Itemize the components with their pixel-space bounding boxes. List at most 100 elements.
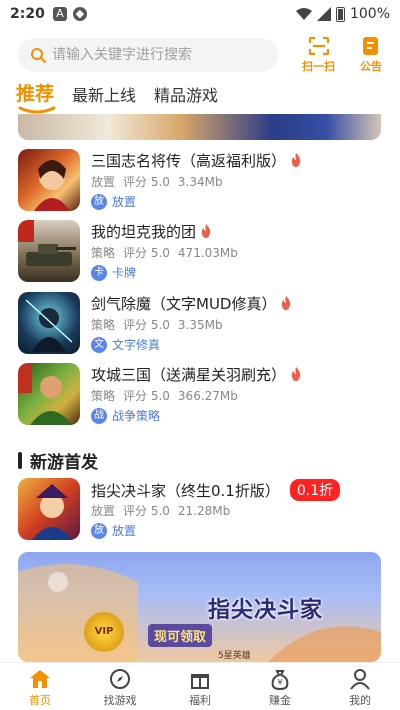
vip-badge: VIP: [84, 612, 124, 652]
game-title: 我的坦克我的团: [91, 221, 212, 242]
user-icon: [350, 669, 370, 690]
new-game-item[interactable]: 指尖决斗家（终生0.1折版） 0.1折 放置 评分 5.0 21.28Mb 放放置: [18, 478, 382, 542]
promo-claim-button[interactable]: 现可领取: [148, 624, 213, 647]
game-title: 指尖决斗家（终生0.1折版） 0.1折: [91, 479, 341, 501]
search-icon: [31, 48, 46, 63]
game-size: 366.27Mb: [177, 389, 238, 403]
tag-badge: 战: [91, 407, 107, 424]
battery-icon: [335, 6, 345, 22]
nav-welfare-label: 福利: [189, 694, 211, 707]
battery-percent: 100%: [349, 6, 390, 22]
game-thumbnail: [18, 220, 80, 282]
tag-label: 放置: [112, 524, 137, 538]
game-item[interactable]: 三国志名将传（高返福利版） 放置 评分 5.0 3.34Mb 放放置: [18, 149, 382, 213]
game-meta: 放置 评分 5.0 3.34Mb: [91, 173, 231, 190]
section-title-text: 新游首发: [30, 453, 98, 473]
game-score: 评分 5.0: [123, 389, 170, 403]
promo-banner[interactable]: VIP 指尖决斗家 现可领取 5星英雄: [18, 552, 381, 662]
top-banner[interactable]: [18, 114, 381, 140]
game-meta: 策略 评分 5.0 3.35Mb: [91, 316, 231, 333]
tab-recommended-label: 推荐: [16, 83, 55, 105]
game-title: 攻城三国（送满星关羽刷充）: [91, 364, 302, 385]
game-score: 评分 5.0: [123, 504, 170, 518]
game-size: 3.34Mb: [177, 175, 223, 189]
bottom-navigation: 首页 找游戏 福利 ¥ 赚金 我的: [0, 662, 400, 710]
game-genre: 放置: [91, 175, 116, 189]
tab-new-online[interactable]: 最新上线: [72, 82, 136, 114]
tag-label: 放置: [112, 195, 137, 209]
tag-label: 战争策略: [112, 409, 161, 423]
gift-icon: [191, 674, 209, 689]
nav-find-games[interactable]: 找游戏: [80, 663, 160, 710]
game-genre: 策略: [91, 246, 116, 260]
category-tabs: 推荐 最新上线 精品游戏: [16, 78, 218, 114]
promo-subtext: 5星英雄: [218, 651, 251, 661]
promo-title: 指尖决斗家: [208, 598, 324, 623]
svg-text:¥: ¥: [277, 678, 282, 687]
scan-icon: [308, 36, 329, 56]
tag-badge: 放: [91, 522, 107, 539]
hot-icon: [291, 153, 301, 167]
notice-label: 公告: [360, 60, 382, 73]
game-tag[interactable]: 战战争策略: [91, 407, 160, 424]
game-tag[interactable]: 文文字修真: [91, 336, 160, 353]
game-item[interactable]: 剑气除魔（文字MUD修真） 策略 评分 5.0 3.35Mb 文文字修真: [18, 292, 382, 356]
tab-new-online-label: 最新上线: [72, 86, 137, 105]
shield-icon: ◆: [72, 7, 87, 21]
tag-label: 卡牌: [112, 266, 137, 280]
tag-badge: 文: [91, 336, 107, 353]
game-meta: 放置 评分 5.0 21.28Mb: [91, 502, 238, 519]
game-size: 21.28Mb: [177, 504, 231, 518]
game-thumbnail: [18, 478, 80, 540]
game-meta: 策略 评分 5.0 366.27Mb: [91, 387, 246, 404]
notice-button[interactable]: 公告: [360, 36, 382, 74]
nav-earn-gold[interactable]: ¥ 赚金: [240, 663, 320, 710]
game-title: 三国志名将传（高返福利版）: [91, 150, 302, 171]
game-genre: 放置: [91, 504, 116, 518]
game-item[interactable]: 攻城三国（送满星关羽刷充） 策略 评分 5.0 366.27Mb 战战争策略: [18, 363, 382, 427]
search-input[interactable]: [52, 47, 262, 63]
hot-icon: [201, 224, 211, 238]
status-time: 2:20: [10, 6, 45, 22]
tab-premium-games-label: 精品游戏: [154, 86, 219, 105]
game-thumbnail: [18, 363, 80, 425]
scan-button[interactable]: 扫一扫: [302, 36, 335, 74]
wifi-icon: [295, 8, 312, 20]
tab-recommended[interactable]: 推荐: [16, 79, 56, 114]
game-thumbnail: [18, 149, 80, 211]
game-score: 评分 5.0: [123, 246, 170, 260]
game-size: 471.03Mb: [177, 246, 238, 260]
nav-mine-label: 我的: [349, 694, 371, 707]
compass-icon: [110, 669, 130, 689]
game-genre: 策略: [91, 318, 116, 332]
game-score: 评分 5.0: [123, 318, 170, 332]
tab-premium-games[interactable]: 精品游戏: [154, 82, 218, 114]
top-header: 扫一扫 公告: [0, 36, 400, 76]
game-tag[interactable]: 放放置: [91, 193, 136, 210]
tag-label: 文字修真: [112, 338, 161, 352]
search-bar[interactable]: [18, 38, 278, 72]
nav-home[interactable]: 首页: [0, 663, 80, 710]
game-tag[interactable]: 卡卡牌: [91, 264, 136, 281]
hot-icon: [282, 296, 291, 310]
nav-find-games-label: 找游戏: [103, 694, 137, 707]
nav-welfare[interactable]: 福利: [160, 663, 240, 710]
nav-home-label: 首页: [29, 694, 51, 707]
game-title: 剑气除魔（文字MUD修真）: [91, 293, 292, 314]
notice-icon: [363, 37, 378, 55]
section-bar: [18, 452, 22, 469]
game-size: 3.35Mb: [177, 318, 223, 332]
section-title-new-games: 新游首发: [18, 448, 98, 473]
game-item[interactable]: 我的坦克我的团 策略 评分 5.0 471.03Mb 卡卡牌: [18, 220, 382, 284]
game-genre: 策略: [91, 389, 116, 403]
game-tag[interactable]: 放放置: [91, 522, 136, 539]
hot-icon: [291, 367, 301, 381]
discount-badge: 0.1折: [289, 479, 341, 501]
nav-mine[interactable]: 我的: [320, 663, 400, 710]
game-score: 评分 5.0: [123, 175, 170, 189]
money-bag-icon: ¥: [271, 670, 289, 690]
home-icon: [30, 670, 50, 688]
tab-underline-decoration: [18, 106, 56, 114]
nav-earn-gold-label: 赚金: [269, 694, 291, 707]
signal-icon: [316, 7, 331, 21]
